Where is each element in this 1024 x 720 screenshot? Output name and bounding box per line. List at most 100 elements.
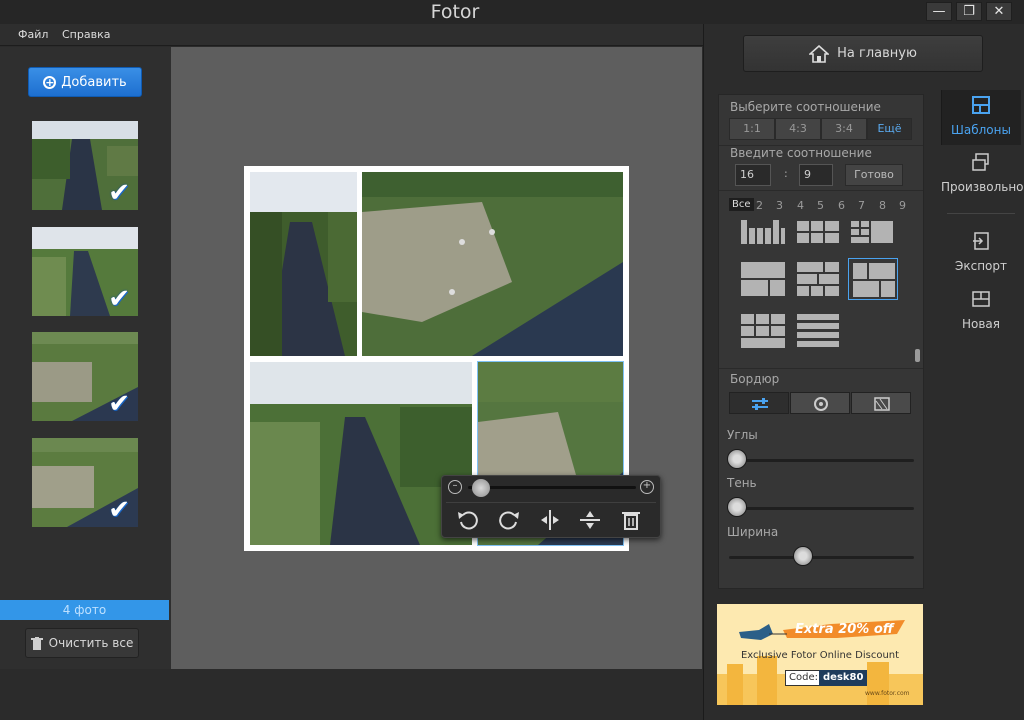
minimize-button[interactable]: — xyxy=(926,2,952,21)
ratio-3-4-button[interactable]: 3:4 xyxy=(821,118,867,140)
flip-vertical-icon[interactable] xyxy=(576,506,604,534)
ratio-more-button[interactable]: Ещё xyxy=(867,118,912,140)
toolbar-divider xyxy=(446,502,656,503)
count-tab-all[interactable]: Все xyxy=(729,198,754,211)
template-thumb-2[interactable] xyxy=(797,221,839,243)
nav-freestyle[interactable]: Произвольно xyxy=(941,153,1024,194)
count-tab-8[interactable]: 8 xyxy=(879,199,886,212)
border-adjust-tab[interactable] xyxy=(729,392,789,414)
nav-freestyle-label: Произвольно xyxy=(941,180,1024,194)
border-pattern-tab[interactable] xyxy=(851,392,911,414)
photo-thumbnail-4[interactable]: ✔ xyxy=(32,438,138,527)
promo-code-label: Code: xyxy=(785,670,822,686)
templates-icon xyxy=(972,96,990,114)
corners-slider-track[interactable] xyxy=(729,459,914,462)
corners-slider-knob[interactable] xyxy=(727,449,747,469)
selected-check-icon: ✔ xyxy=(108,495,130,525)
zoom-slider-knob[interactable] xyxy=(472,479,490,497)
ratio-4-3-button[interactable]: 4:3 xyxy=(775,118,821,140)
nav-new-label: Новая xyxy=(961,317,1000,331)
ratio-section-label: Выберите соотношение xyxy=(730,100,881,114)
add-photo-label: Добавить xyxy=(61,74,127,90)
freestyle-icon xyxy=(972,153,989,171)
menu-help[interactable]: Справка xyxy=(62,28,110,41)
river-photo-image xyxy=(250,172,357,356)
ratio-separator: : xyxy=(784,167,788,180)
fotor-app: Fotor — ❐ ✕ Файл Справка + Добавить ✔ ✔ xyxy=(0,0,1024,720)
collage-cell-1[interactable] xyxy=(250,172,357,356)
palette-icon xyxy=(814,397,828,411)
ratio-1-1-button[interactable]: 1:1 xyxy=(729,118,775,140)
zoom-slider-track[interactable] xyxy=(468,486,636,489)
border-color-tab[interactable] xyxy=(790,392,850,414)
promo-banner[interactable]: Extra 20% off Exclusive Fotor Online Dis… xyxy=(717,604,923,705)
river-photo-image xyxy=(362,172,623,356)
zoom-out-icon[interactable]: – xyxy=(448,480,462,494)
promo-subline: Exclusive Fotor Online Discount xyxy=(740,650,900,661)
shadow-label: Тень xyxy=(727,476,757,490)
nav-new[interactable]: Новая xyxy=(941,290,1021,331)
rotate-right-icon[interactable] xyxy=(495,506,523,534)
clear-all-label: Очистить все xyxy=(48,636,134,650)
add-photo-button[interactable]: + Добавить xyxy=(28,67,142,97)
section-divider xyxy=(719,368,923,369)
ratio-done-button[interactable]: Готово xyxy=(845,164,903,186)
maximize-button[interactable]: ❐ xyxy=(956,2,982,21)
close-button[interactable]: ✕ xyxy=(986,2,1012,21)
zoom-in-icon[interactable]: + xyxy=(640,480,654,494)
template-thumb-8[interactable] xyxy=(797,314,839,348)
template-thumb-1[interactable] xyxy=(741,220,785,244)
photo-count-bar: 4 фото xyxy=(0,600,169,620)
photo-thumbnail-2[interactable]: ✔ xyxy=(32,227,138,316)
selected-check-icon: ✔ xyxy=(108,389,130,419)
nav-templates-label: Шаблоны xyxy=(951,123,1011,137)
new-collage-icon xyxy=(972,291,990,307)
width-slider-track[interactable] xyxy=(729,556,914,559)
ratio-width-input[interactable]: 16 xyxy=(735,164,771,186)
section-divider xyxy=(719,190,923,191)
trash-icon xyxy=(30,636,43,650)
delete-photo-icon[interactable] xyxy=(617,506,645,534)
templates-scrollbar[interactable] xyxy=(915,349,920,362)
border-section-label: Бордюр xyxy=(730,372,780,386)
clear-all-button[interactable]: Очистить все xyxy=(25,628,139,658)
template-thumb-3[interactable] xyxy=(851,221,893,243)
template-thumb-7[interactable] xyxy=(741,314,785,348)
count-tab-4[interactable]: 4 xyxy=(797,199,804,212)
flip-horizontal-icon[interactable] xyxy=(536,506,564,534)
count-tab-9[interactable]: 9 xyxy=(899,199,906,212)
river-photo-image xyxy=(250,362,472,545)
count-tab-5[interactable]: 5 xyxy=(817,199,824,212)
template-thumb-4[interactable] xyxy=(741,262,785,296)
photo-thumbnail-3[interactable]: ✔ xyxy=(32,332,138,421)
count-tab-7[interactable]: 7 xyxy=(858,199,865,212)
app-title: Fotor xyxy=(430,1,480,23)
count-tab-6[interactable]: 6 xyxy=(838,199,845,212)
promo-site: www.fotor.com xyxy=(865,690,910,697)
width-slider-knob[interactable] xyxy=(793,546,813,566)
home-button[interactable]: На главную xyxy=(743,35,983,72)
status-strip xyxy=(0,669,703,720)
nav-templates[interactable]: Шаблоны xyxy=(941,96,1021,137)
template-thumb-6-selected[interactable] xyxy=(848,258,898,300)
collage-cell-3[interactable] xyxy=(250,362,472,545)
count-tab-2[interactable]: 2 xyxy=(756,199,763,212)
home-label: На главную xyxy=(837,46,917,61)
plus-circle-icon: + xyxy=(43,75,57,89)
rotate-left-icon[interactable] xyxy=(454,506,482,534)
nav-export[interactable]: Экспорт xyxy=(941,232,1021,273)
count-tab-3[interactable]: 3 xyxy=(776,199,783,212)
export-icon xyxy=(973,232,989,250)
photo-edit-toolbar: – + xyxy=(441,475,661,538)
nav-export-label: Экспорт xyxy=(954,259,1008,273)
nav-divider xyxy=(947,213,1015,214)
collage-cell-2[interactable] xyxy=(362,172,623,356)
shadow-slider-knob[interactable] xyxy=(727,497,747,517)
selected-check-icon: ✔ xyxy=(108,284,130,314)
width-label: Ширина xyxy=(727,525,779,539)
template-thumb-5[interactable] xyxy=(797,262,839,296)
photo-thumbnail-1[interactable]: ✔ xyxy=(32,121,138,210)
ratio-height-input[interactable]: 9 xyxy=(799,164,833,186)
shadow-slider-track[interactable] xyxy=(729,507,914,510)
menu-file[interactable]: Файл xyxy=(18,28,48,41)
